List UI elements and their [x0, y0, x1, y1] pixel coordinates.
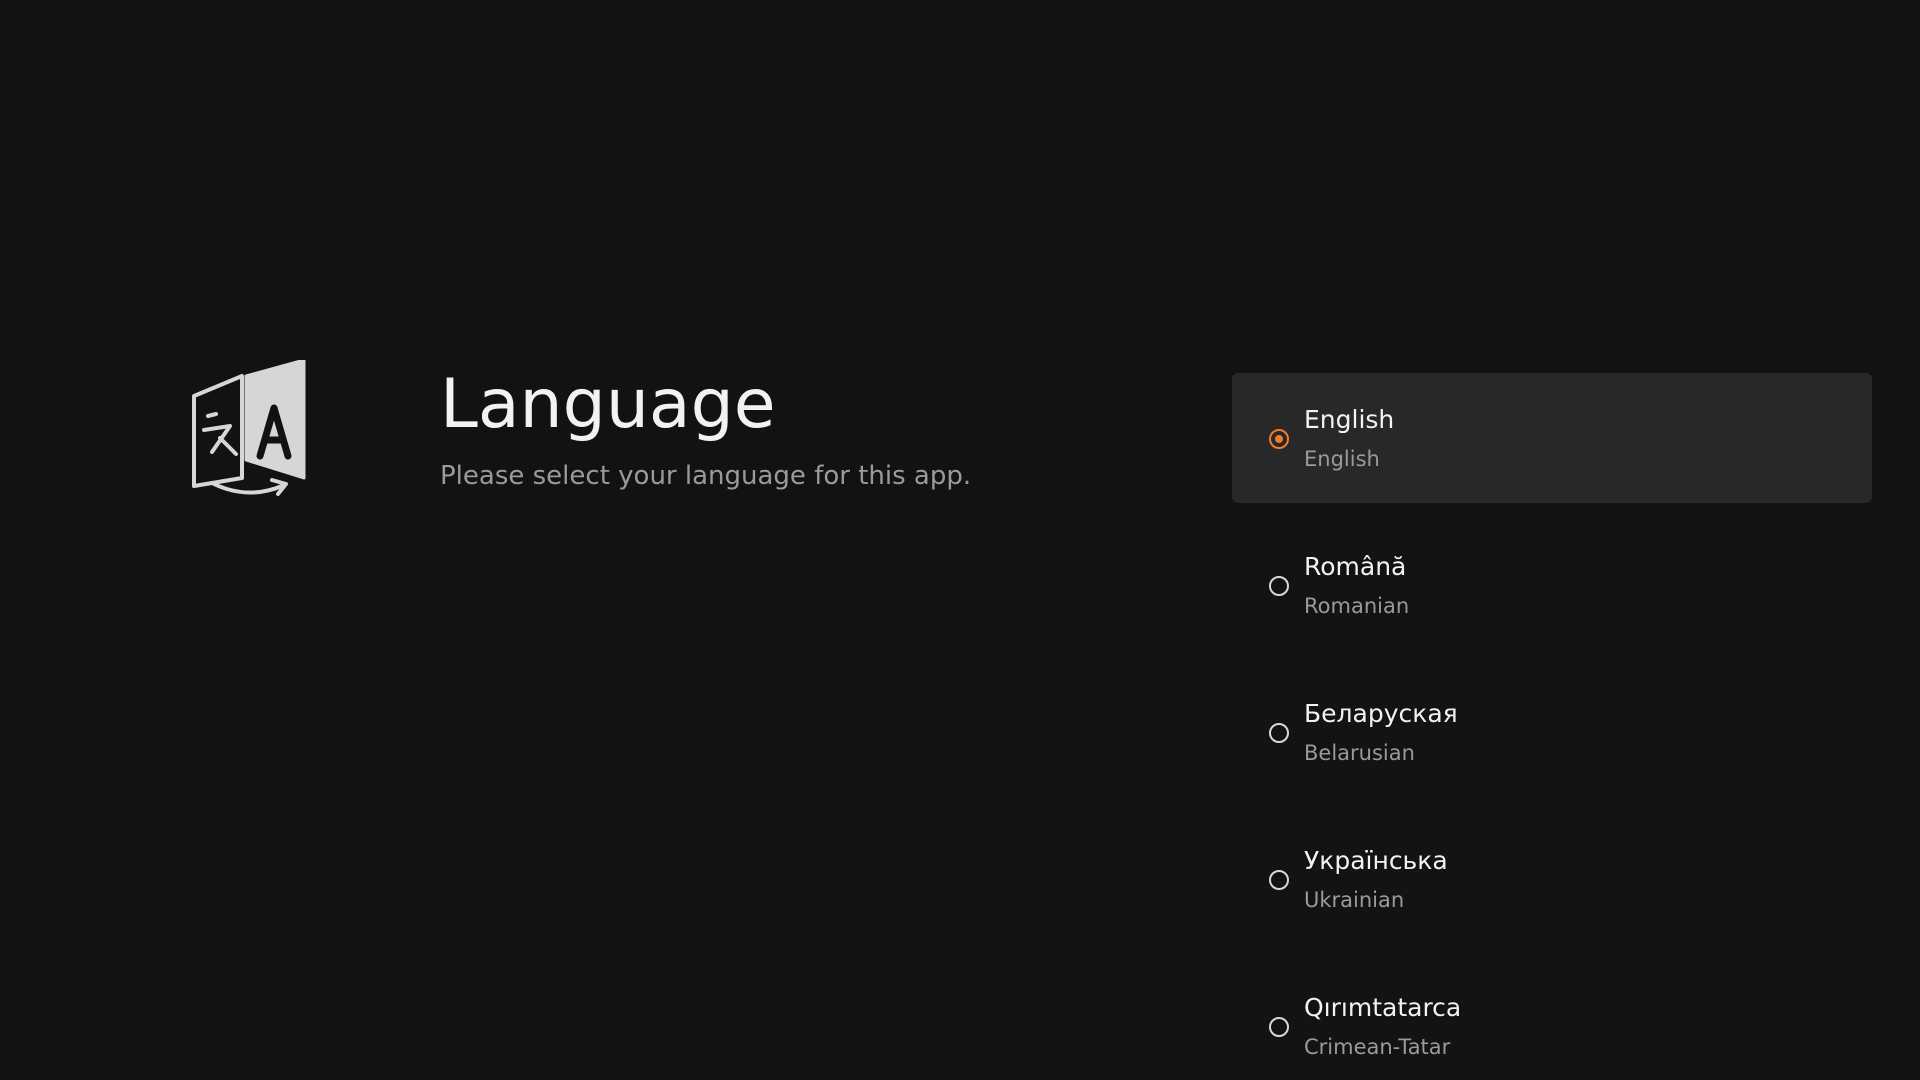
language-english-name: Crimean-Tatar	[1304, 1035, 1451, 1059]
language-english-name: English	[1304, 447, 1380, 471]
page-subtitle: Please select your language for this app…	[440, 461, 972, 491]
language-settings-screen: Language Please select your language for…	[0, 0, 1920, 1080]
language-item-belarusian[interactable]: Беларуская Belarusian	[1232, 667, 1872, 797]
radio-icon[interactable]	[1269, 870, 1289, 890]
page-title: Language	[440, 365, 776, 444]
radio-selected-dot	[1275, 435, 1283, 443]
language-native-name: Română	[1304, 552, 1407, 581]
language-native-name: Беларуская	[1304, 699, 1458, 728]
language-item-english[interactable]: English English	[1232, 373, 1872, 503]
language-item-crimean-tatar[interactable]: Qırımtatarca Crimean-Tatar	[1232, 961, 1872, 1080]
header-pane: Language Please select your language for…	[0, 0, 1182, 1080]
radio-icon[interactable]	[1269, 576, 1289, 596]
language-list: English English Română Romanian Беларуск…	[1232, 373, 1872, 1080]
translate-icon	[186, 358, 318, 502]
radio-icon[interactable]	[1269, 723, 1289, 743]
language-native-name: English	[1304, 405, 1395, 434]
language-english-name: Ukrainian	[1304, 888, 1405, 912]
language-item-romanian[interactable]: Română Romanian	[1232, 520, 1872, 650]
language-english-name: Belarusian	[1304, 741, 1415, 765]
language-item-ukrainian[interactable]: Українська Ukrainian	[1232, 814, 1872, 944]
radio-icon[interactable]	[1269, 429, 1289, 449]
language-native-name: Qırımtatarca	[1304, 993, 1462, 1022]
language-english-name: Romanian	[1304, 594, 1410, 618]
language-native-name: Українська	[1304, 846, 1448, 875]
radio-icon[interactable]	[1269, 1017, 1289, 1037]
